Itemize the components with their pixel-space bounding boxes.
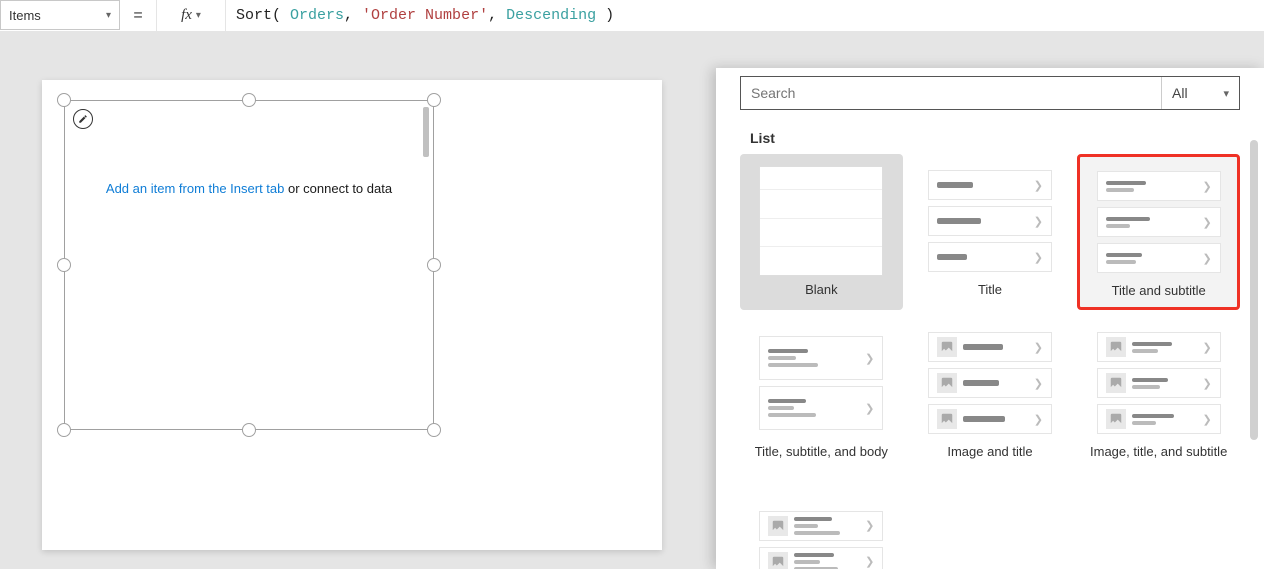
chevron-right-icon: ❯: [865, 519, 874, 532]
resize-handle[interactable]: [427, 93, 441, 107]
layout-tile-image-title-subtitle[interactable]: ❯ ❯ ❯ Image, title, and subtitle: [1077, 316, 1240, 470]
chevron-right-icon: ❯: [1034, 413, 1043, 426]
fx-icon: fx: [181, 7, 192, 24]
tile-label: Image and title: [947, 444, 1032, 460]
chevron-right-icon: ❯: [1034, 377, 1043, 390]
equals-label: =: [120, 0, 156, 31]
chevron-right-icon: ❯: [1034, 215, 1043, 228]
resize-handle[interactable]: [57, 258, 71, 272]
chevron-right-icon: ❯: [1202, 413, 1211, 426]
selected-gallery[interactable]: Add an item from the Insert tab or conne…: [64, 100, 434, 430]
search-filter-dropdown[interactable]: All ▾: [1161, 77, 1239, 109]
formula-token: Orders: [290, 7, 344, 24]
tile-label: Title: [978, 282, 1002, 298]
image-icon: [768, 552, 788, 569]
chevron-right-icon: ❯: [1202, 341, 1211, 354]
formula-bar: Items ▾ = fx ▾ Sort( Orders , 'Order Num…: [0, 0, 1264, 32]
tile-preview: ❯ ❯ ❯: [928, 328, 1052, 438]
chevron-right-icon: ❯: [1202, 180, 1211, 193]
image-icon: [1106, 337, 1126, 357]
formula-input[interactable]: Sort( Orders , 'Order Number' , Descendi…: [226, 0, 1264, 31]
resize-handle[interactable]: [427, 258, 441, 272]
search-filter-label: All: [1172, 85, 1188, 101]
formula-token: ,: [488, 7, 506, 24]
chevron-right-icon: ❯: [1034, 179, 1043, 192]
tile-preview: ❯ ❯: [759, 489, 883, 569]
image-icon: [937, 373, 957, 393]
image-icon: [937, 409, 957, 429]
canvas-background: Add an item from the Insert tab or conne…: [0, 32, 1264, 569]
tile-label: Blank: [805, 282, 838, 298]
chevron-down-icon: ▾: [106, 10, 111, 21]
resize-handle[interactable]: [242, 93, 256, 107]
chevron-right-icon: ❯: [1034, 341, 1043, 354]
formula-token: ): [596, 7, 614, 24]
formula-token: Sort(: [236, 7, 290, 24]
resize-handle[interactable]: [427, 423, 441, 437]
tile-preview: [759, 166, 883, 276]
chevron-down-icon: ▾: [1223, 87, 1229, 100]
layout-tile-blank[interactable]: Blank: [740, 154, 903, 310]
image-icon: [768, 516, 788, 536]
formula-token: 'Order Number': [362, 7, 488, 24]
insert-item-link[interactable]: Add an item from the Insert tab: [106, 181, 284, 196]
resize-handle[interactable]: [57, 423, 71, 437]
chevron-right-icon: ❯: [865, 555, 874, 568]
search-row: All ▾: [740, 76, 1240, 110]
edit-template-button[interactable]: [73, 109, 93, 129]
app-screen[interactable]: Add an item from the Insert tab or conne…: [42, 80, 662, 550]
formula-token: Descending: [506, 7, 596, 24]
search-input[interactable]: [741, 77, 1161, 109]
chevron-right-icon: ❯: [865, 402, 874, 415]
placeholder-suffix: or connect to data: [284, 181, 392, 196]
property-dropdown-label: Items: [9, 8, 41, 23]
layout-tile-image-title[interactable]: ❯ ❯ ❯ Image and title: [909, 316, 1072, 470]
tile-preview: ❯ ❯ ❯: [1097, 328, 1221, 438]
flyout-scrollbar[interactable]: [1250, 140, 1258, 440]
chevron-right-icon: ❯: [1202, 252, 1211, 265]
tile-preview: ❯ ❯ ❯: [1097, 167, 1221, 277]
gallery-scrollbar[interactable]: [423, 107, 429, 157]
chevron-right-icon: ❯: [1202, 216, 1211, 229]
tile-preview: ❯ ❯: [759, 328, 883, 438]
section-title: List: [740, 118, 1240, 154]
tile-label: Title and subtitle: [1112, 283, 1206, 299]
chevron-right-icon: ❯: [1034, 251, 1043, 264]
image-icon: [1106, 409, 1126, 429]
tile-preview: ❯ ❯ ❯: [928, 166, 1052, 276]
image-icon: [937, 337, 957, 357]
resize-handle[interactable]: [57, 93, 71, 107]
tile-label: Title, subtitle, and body: [755, 444, 888, 460]
fx-dropdown[interactable]: fx ▾: [156, 0, 226, 31]
layout-tile-title[interactable]: ❯ ❯ ❯ Title: [909, 154, 1072, 310]
image-icon: [1106, 373, 1126, 393]
layout-flyout: All ▾ List Blank ❯ ❯: [716, 68, 1264, 569]
chevron-down-icon: ▾: [196, 10, 201, 21]
property-dropdown[interactable]: Items ▾: [0, 0, 120, 30]
layout-grid: Blank ❯ ❯ ❯ Title ❯ ❯ ❯: [740, 154, 1240, 569]
pencil-icon: [78, 114, 88, 124]
formula-token: ,: [344, 7, 362, 24]
tile-label: Image, title, and subtitle: [1090, 444, 1227, 460]
layout-tile-partial[interactable]: ❯ ❯: [740, 477, 903, 569]
layout-tile-title-subtitle[interactable]: ❯ ❯ ❯ Title and subtitle: [1077, 154, 1240, 310]
chevron-right-icon: ❯: [1202, 377, 1211, 390]
gallery-placeholder: Add an item from the Insert tab or conne…: [65, 181, 433, 196]
chevron-right-icon: ❯: [865, 352, 874, 365]
resize-handle[interactable]: [242, 423, 256, 437]
layout-tile-title-subtitle-body[interactable]: ❯ ❯ Title, subtitle, and body: [740, 316, 903, 470]
